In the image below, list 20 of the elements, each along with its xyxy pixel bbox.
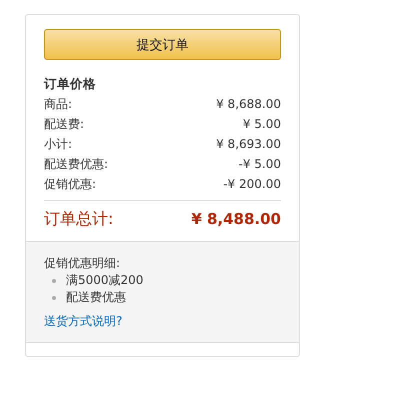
price-label: 配送费优惠:	[44, 156, 108, 173]
price-value: ¥ 5.00	[242, 116, 281, 133]
price-value: ¥ 8,693.00	[216, 136, 281, 153]
section-title: 订单价格	[44, 75, 97, 93]
bullet-icon	[52, 278, 56, 282]
price-value: -¥ 200.00	[223, 176, 281, 193]
price-value: -¥ 5.00	[238, 156, 281, 173]
shipping-info-link[interactable]: 送货方式说明?	[44, 313, 122, 330]
promotion-title: 促销优惠明细:	[44, 255, 122, 272]
price-label: 商品:	[44, 96, 72, 113]
submit-order-button[interactable]: 提交订单	[44, 29, 281, 60]
promotion-item: 配送费优惠	[66, 289, 126, 306]
total-label: 订单总计:	[44, 208, 114, 230]
promotion-item: 满5000减200	[66, 272, 144, 289]
total-value: ¥ 8,488.00	[191, 209, 281, 230]
price-label: 配送费:	[44, 116, 84, 133]
bullet-icon	[52, 296, 56, 300]
price-label: 促销优惠:	[44, 176, 96, 193]
price-value: ¥ 8,688.00	[216, 96, 281, 113]
price-label: 小计:	[44, 136, 72, 153]
